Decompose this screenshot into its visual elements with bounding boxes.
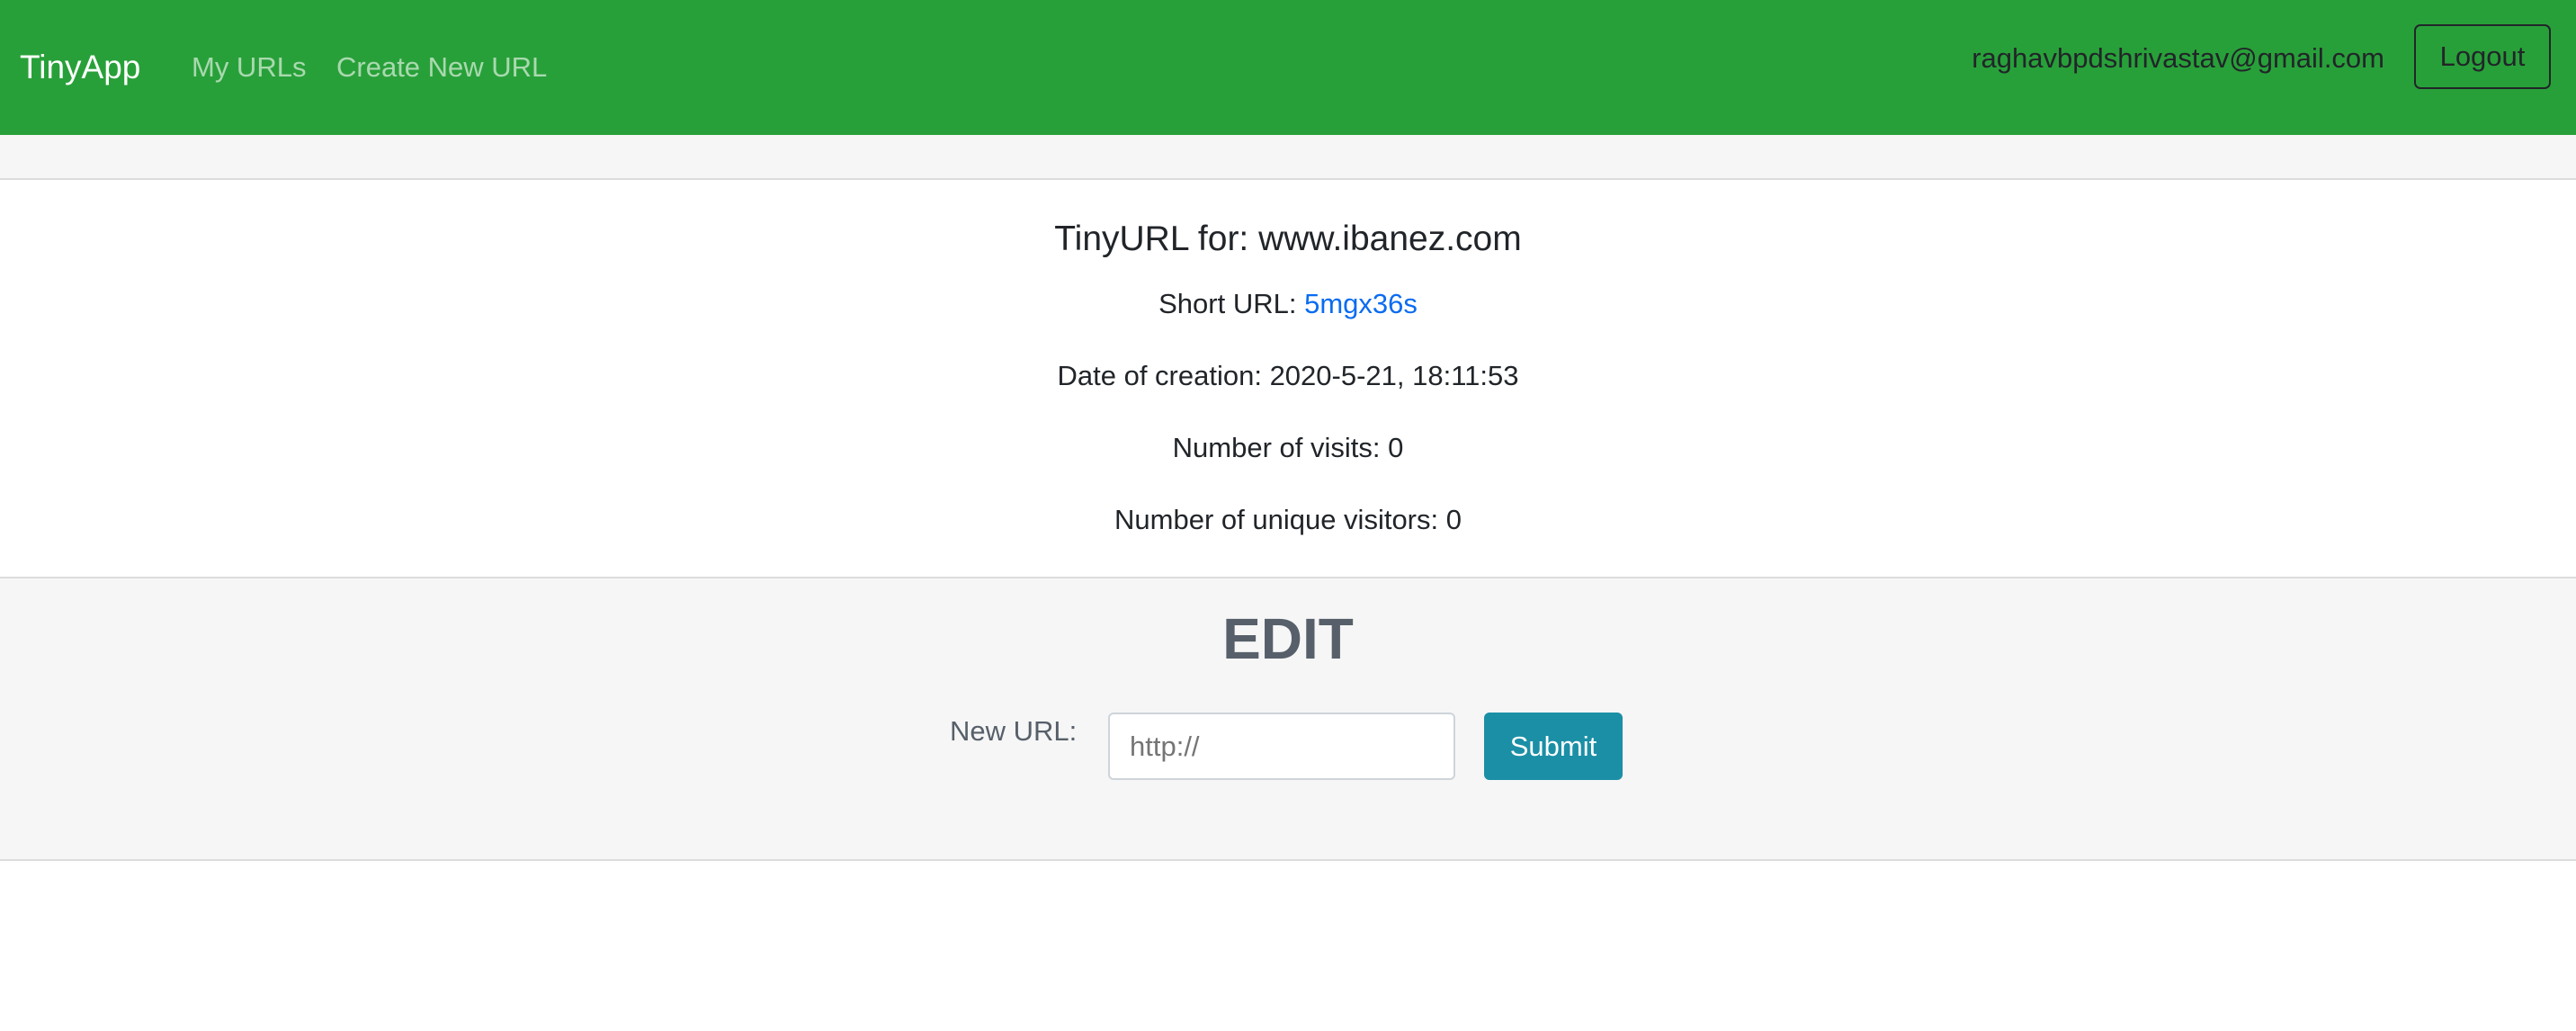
visits-label: Number of visits: (1172, 432, 1389, 463)
creation-date-value: 2020-5-21, 18:11:53 (1269, 360, 1519, 391)
logout-button[interactable]: Logout (2414, 24, 2551, 89)
unique-visitors-line: Number of unique visitors: 0 (0, 500, 2576, 540)
new-url-input[interactable] (1108, 713, 1455, 780)
new-url-label: New URL: (950, 715, 1078, 747)
nav-link-my-urls[interactable]: My URLs (192, 47, 306, 88)
url-info-title: TinyURL for: www.ibanez.com (1054, 220, 1522, 258)
url-info-card: TinyURL for: www.ibanez.com Short URL: 5… (0, 180, 2576, 578)
brand-link[interactable]: TinyApp (20, 45, 140, 90)
header-spacer (0, 135, 2576, 180)
unique-visitors-value: 0 (1445, 504, 1462, 535)
edit-section: EDIT New URL: Submit (0, 577, 2576, 861)
creation-date-line: Date of creation: 2020-5-21, 18:11:53 (0, 356, 2576, 396)
visits-value: 0 (1388, 432, 1404, 463)
user-email: raghavbpdshrivastav@gmail.com (1972, 42, 2384, 74)
nav-link-create-new-url[interactable]: Create New URL (336, 47, 547, 88)
creation-date-label: Date of creation: (1057, 360, 1270, 391)
navbar: TinyApp My URLs Create New URL raghavbpd… (0, 0, 2576, 135)
submit-button[interactable]: Submit (1484, 713, 1623, 780)
edit-title: EDIT (1222, 606, 1354, 671)
short-url-link[interactable]: 5mgx36s (1304, 288, 1418, 319)
visits-line: Number of visits: 0 (0, 428, 2576, 468)
short-url-line: Short URL: 5mgx36s (0, 284, 2576, 324)
short-url-label: Short URL: (1158, 288, 1305, 319)
unique-visitors-label: Number of unique visitors: (1114, 504, 1446, 535)
